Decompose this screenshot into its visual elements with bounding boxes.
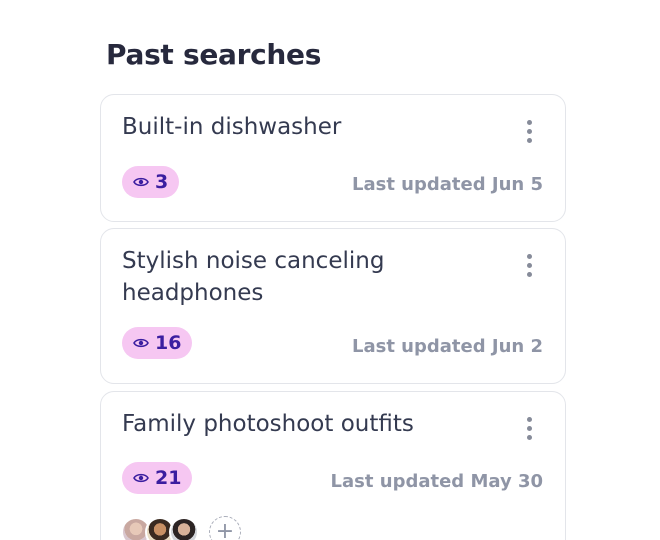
more-vertical-icon: [526, 271, 532, 277]
last-updated: Last updated Jun 2: [351, 336, 543, 357]
add-member-button[interactable]: +: [209, 516, 241, 540]
views-badge[interactable]: 16: [122, 327, 193, 359]
more-vertical-icon: [526, 425, 532, 431]
more-options-button[interactable]: [515, 410, 543, 446]
more-vertical-icon: [526, 253, 532, 259]
more-vertical-icon: [526, 119, 532, 125]
page-title: Past searches: [106, 38, 322, 71]
shared-with-avatars: +: [121, 516, 241, 540]
past-searches-page: Past searches Built-in dishwasher 3 Last…: [0, 0, 660, 540]
views-count: 3: [155, 171, 169, 193]
views-count: 16: [155, 332, 182, 354]
search-title: Stylish noise canceling headphones: [122, 248, 385, 306]
more-vertical-icon: [526, 262, 532, 268]
search-title: Built-in dishwasher: [122, 114, 342, 140]
more-vertical-icon: [526, 137, 532, 143]
views-badge[interactable]: 21: [122, 462, 193, 494]
views-count: 21: [155, 467, 182, 489]
views-badge[interactable]: 3: [122, 166, 180, 198]
eye-icon: [133, 337, 149, 349]
avatar: [169, 517, 199, 540]
last-updated: Last updated Jun 5: [351, 174, 543, 195]
search-card[interactable]: Family photoshoot outfits 21 Last update…: [100, 391, 566, 540]
plus-icon: +: [215, 519, 235, 540]
eye-icon: [133, 472, 149, 484]
last-updated: Last updated May 30: [330, 471, 543, 492]
more-vertical-icon: [526, 416, 532, 422]
more-vertical-icon: [526, 434, 532, 440]
eye-icon: [133, 176, 149, 188]
search-title: Family photoshoot outfits: [122, 411, 414, 437]
search-card[interactable]: Built-in dishwasher 3 Last updated Jun 5: [100, 94, 566, 222]
search-card[interactable]: Stylish noise canceling headphones 16 La…: [100, 228, 566, 384]
more-vertical-icon: [526, 128, 532, 134]
more-options-button[interactable]: [515, 113, 543, 149]
more-options-button[interactable]: [515, 247, 543, 283]
